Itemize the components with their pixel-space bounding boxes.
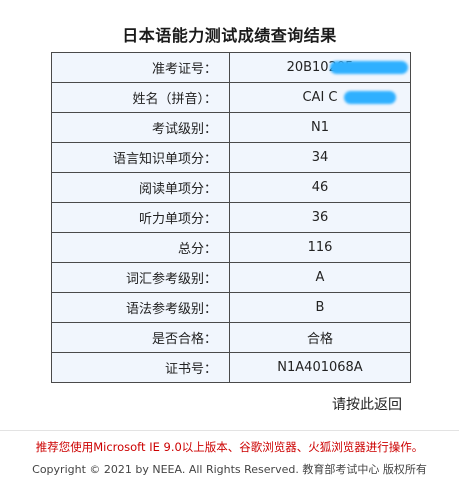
table-row-grammar-level: 语法参考级别： B — [51, 292, 411, 323]
grammar-level-value: B — [229, 292, 411, 323]
name-value: CAI C — [302, 90, 338, 105]
total-label: 总分： — [51, 232, 230, 263]
exam-number-cell: 20B10205 — [229, 52, 411, 83]
level-value: N1 — [229, 112, 411, 143]
listening-label: 听力单项分： — [51, 202, 230, 233]
certificate-number-label: 证书号： — [51, 352, 230, 383]
name-label: 姓名（拼音）： — [51, 82, 230, 113]
reading-label: 阅读单项分： — [51, 172, 230, 203]
copyright-text: Copyright © 2021 by NEEA. All Rights Res… — [32, 463, 427, 476]
listening-value: 36 — [229, 202, 411, 233]
vocabulary-level-label: 词汇参考级别： — [51, 262, 230, 293]
language-knowledge-value: 34 — [229, 142, 411, 173]
table-row-certificate-number: 证书号： N1A401068A — [51, 352, 411, 383]
table-row-pass-status: 是否合格： 合格 — [51, 322, 411, 353]
total-value: 116 — [229, 232, 411, 263]
browser-notice: 推荐您使用Microsoft IE 9.0以上版本、谷歌浏览器、火狐浏览器进行操… — [35, 440, 424, 454]
language-knowledge-label: 语言知识单项分： — [51, 142, 230, 173]
pass-status-label: 是否合格： — [51, 322, 230, 353]
table-row-level: 考试级别： N1 — [51, 112, 411, 143]
table-row-vocabulary-level: 词汇参考级别： A — [51, 262, 411, 293]
table-row-exam-number: 准考证号： 20B10205 — [51, 52, 411, 83]
grammar-level-label: 语法参考级别： — [51, 292, 230, 323]
table-row-listening: 听力单项分： 36 — [51, 202, 411, 233]
table-row-reading: 阅读单项分： 46 — [51, 172, 411, 203]
exam-number-label: 准考证号： — [51, 52, 230, 83]
redaction-mark — [330, 61, 408, 74]
pass-status-value: 合格 — [229, 322, 411, 353]
name-cell: CAI C — [229, 82, 411, 113]
vocabulary-level-value: A — [229, 262, 411, 293]
score-result-table: 准考证号： 20B10205 姓名（拼音）： CAI C 考试级别： N1 语言… — [51, 52, 411, 383]
table-row-name: 姓名（拼音）： CAI C — [51, 82, 411, 113]
reading-value: 46 — [229, 172, 411, 203]
level-label: 考试级别： — [51, 112, 230, 143]
redaction-mark — [344, 91, 396, 104]
page-title: 日本语能力测试成绩查询结果 — [122, 26, 337, 45]
table-row-language-knowledge: 语言知识单项分： 34 — [51, 142, 411, 173]
certificate-number-value: N1A401068A — [229, 352, 411, 383]
table-row-total: 总分： 116 — [51, 232, 411, 263]
footer-divider — [0, 430, 459, 431]
back-link[interactable]: 请按此返回 — [332, 394, 402, 414]
